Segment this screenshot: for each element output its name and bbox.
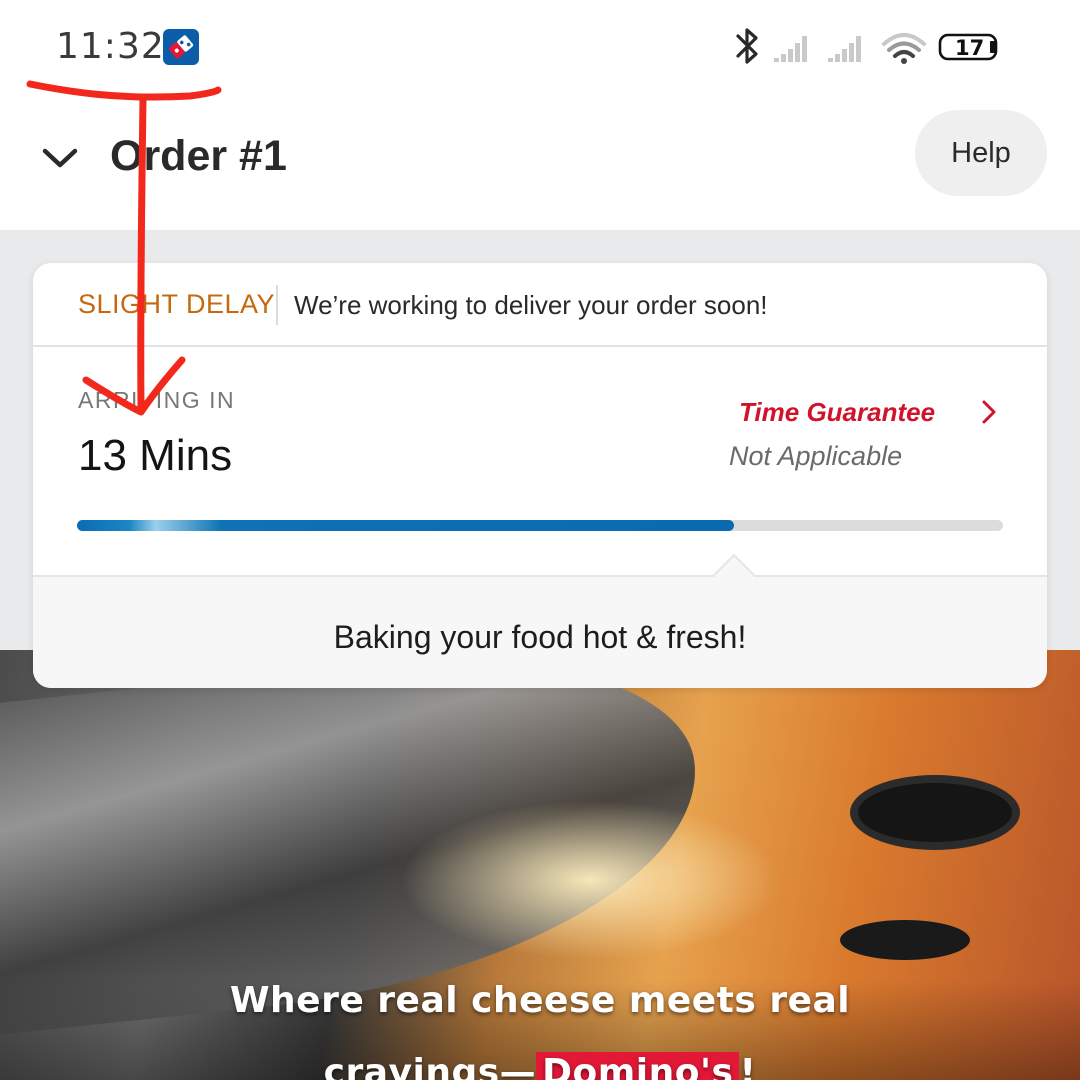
signal-icon (828, 36, 861, 62)
delay-banner: SLIGHT DELAY We’re working to deliver yo… (33, 263, 1047, 347)
status-icons: 17 (736, 28, 998, 64)
delivery-progress-fill (77, 520, 735, 531)
dominos-logo-icon (163, 29, 199, 65)
eta-label: ARRIVING IN (78, 387, 236, 413)
promo-text-suffix: ! (739, 1052, 757, 1080)
order-status-card: SLIGHT DELAY We’re working to deliver yo… (33, 263, 1047, 688)
wifi-icon (882, 33, 926, 64)
olive-image (840, 920, 970, 960)
order-header: Order #1 Help (0, 92, 1080, 230)
battery-level: 17 (955, 36, 984, 60)
help-button[interactable]: Help (915, 110, 1047, 196)
chevron-down-icon[interactable] (40, 138, 80, 178)
time-guarantee-status: Not Applicable (729, 441, 903, 471)
page-title: Order #1 (110, 132, 287, 180)
promo-brand: Domino's (536, 1052, 740, 1080)
time-guarantee-link[interactable]: Time Guarantee (739, 397, 935, 428)
promo-banner[interactable]: Where real cheese meets real cravings— Do… (0, 650, 1080, 1080)
signal-icon (774, 36, 807, 62)
promo-text-line-1: Where real cheese meets real (229, 980, 851, 1021)
delay-message: We’re working to deliver your order soon… (294, 290, 768, 320)
order-stage-panel: Baking your food hot & fresh! (33, 553, 1047, 688)
eta-value: 13 Mins (78, 431, 233, 480)
status-bar: 11:32 17 (0, 0, 1080, 92)
promo-text-line-2: cravings— Domino's! (0, 1052, 1080, 1080)
olive-image (850, 775, 1020, 850)
bluetooth-icon (736, 28, 758, 64)
order-stage-text: Baking your food hot & fresh! (333, 619, 747, 655)
divider (276, 285, 278, 325)
cheese-image (400, 800, 780, 960)
battery-icon: 17 (938, 33, 998, 61)
chevron-right-icon[interactable] (978, 399, 1000, 425)
delay-tag: SLIGHT DELAY (78, 289, 276, 319)
delivery-progress-bar (77, 520, 1003, 531)
status-clock: 11:32 (56, 26, 165, 67)
promo-text-prefix: cravings— (323, 1052, 537, 1080)
